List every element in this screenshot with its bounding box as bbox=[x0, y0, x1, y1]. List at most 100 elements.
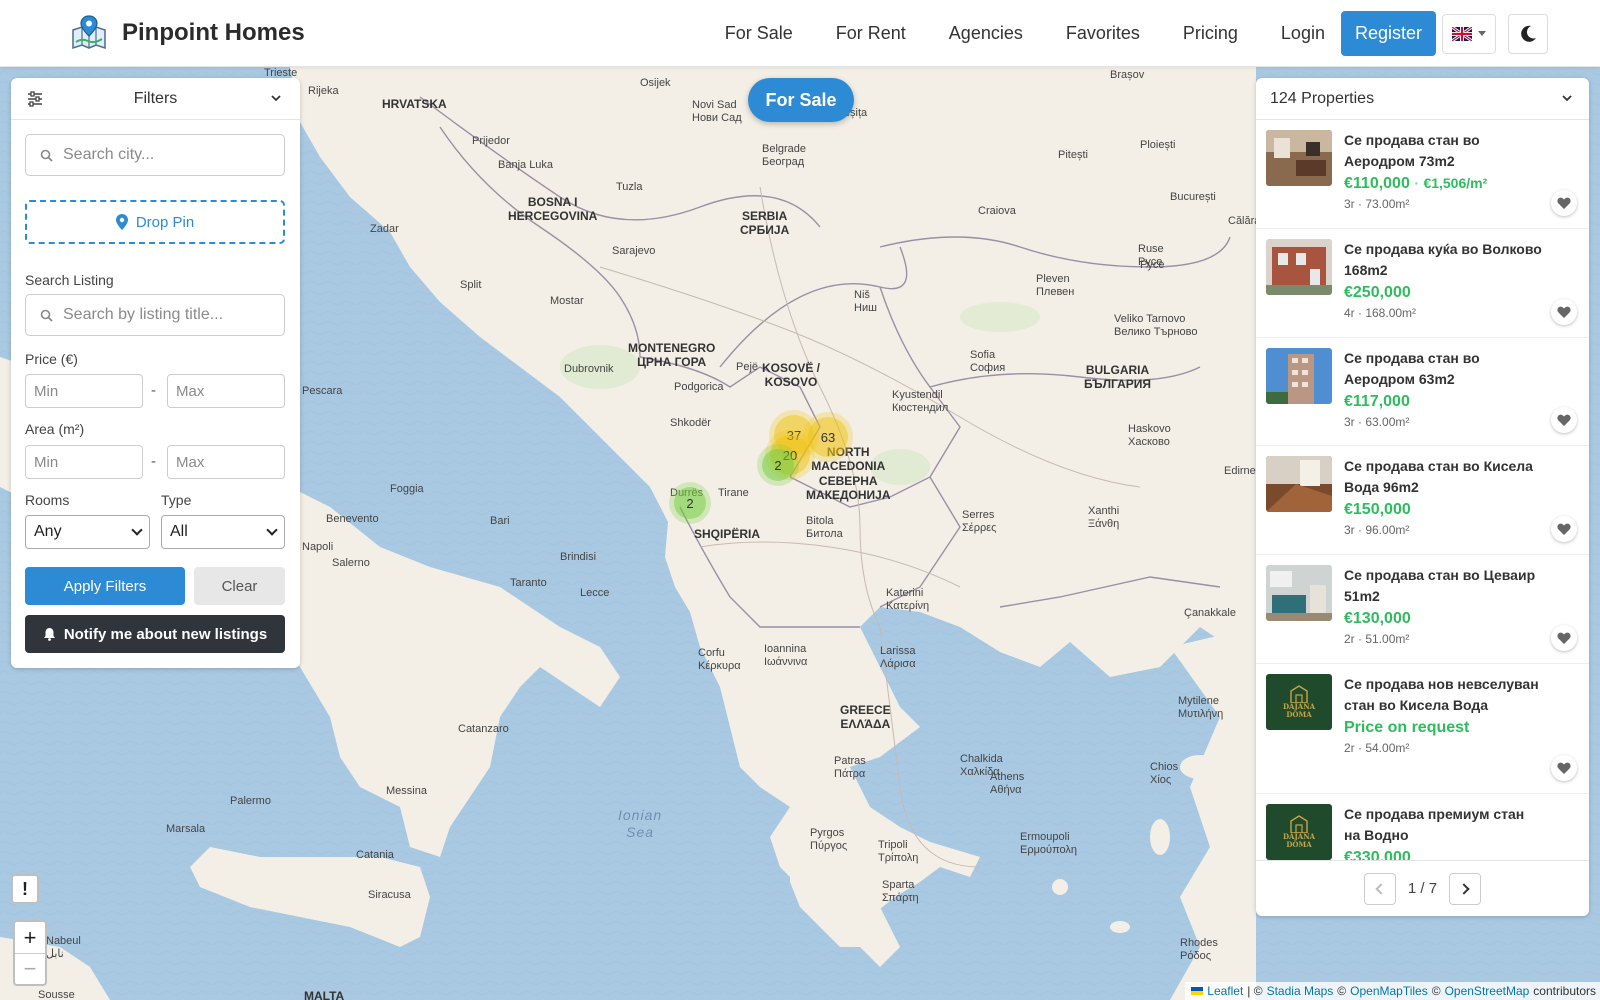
property-price: €150,000 bbox=[1344, 501, 1411, 518]
heart-icon bbox=[1557, 197, 1571, 209]
price-max-input[interactable]: Max bbox=[167, 374, 285, 408]
drop-pin-button[interactable]: Drop Pin bbox=[25, 200, 285, 244]
ukraine-flag-icon bbox=[1191, 987, 1204, 995]
property-title: Се продава стан во Аеродром 73m2 bbox=[1344, 132, 1480, 169]
heart-icon bbox=[1557, 762, 1571, 774]
prev-page-button[interactable] bbox=[1363, 872, 1396, 905]
map-city: Xanthi Ξάνθη bbox=[1088, 505, 1120, 531]
properties-panel: 124 Properties Се продава стан во Аеродр… bbox=[1256, 78, 1589, 916]
favorite-button[interactable] bbox=[1551, 755, 1577, 781]
map-alert-button[interactable]: ! bbox=[11, 874, 39, 904]
map-city: Sarajevo bbox=[612, 245, 656, 257]
top-navbar: Pinpoint Homes For Sale For Rent Agencie… bbox=[0, 0, 1600, 67]
map-city: Foggia bbox=[390, 483, 424, 495]
favorite-button[interactable] bbox=[1551, 407, 1577, 433]
main-nav: For Sale For Rent Agencies Favorites Pri… bbox=[725, 11, 1548, 56]
property-thumbnail bbox=[1266, 239, 1332, 295]
listing-search-input[interactable]: Search by listing title... bbox=[25, 294, 285, 336]
stadia-link[interactable]: Stadia Maps bbox=[1267, 984, 1334, 998]
map-city: Edirne bbox=[1224, 465, 1256, 477]
nav-agencies[interactable]: Agencies bbox=[949, 23, 1023, 44]
map-city: Palermo bbox=[230, 795, 271, 807]
property-meta: 2r · 54.00m² bbox=[1344, 741, 1410, 755]
zoom-control: + − bbox=[13, 920, 47, 986]
map-city: Lecce bbox=[580, 587, 610, 599]
price-label: Price (€) bbox=[25, 351, 78, 367]
price-min-input[interactable]: Min bbox=[25, 374, 143, 408]
map-city: Salerno bbox=[332, 557, 370, 569]
map-city: Larissa Λάρισα bbox=[880, 645, 916, 671]
property-list-item[interactable]: DAJANA DOMA Се продава нов невселуван ст… bbox=[1256, 664, 1589, 794]
agency-building-icon bbox=[1290, 815, 1308, 833]
map-city: Pyrgos Πύργος bbox=[810, 827, 848, 853]
property-list-item[interactable]: DAJANA DOMA Се продава премиум стан на В… bbox=[1256, 794, 1589, 860]
nav-for-sale[interactable]: For Sale bbox=[725, 23, 793, 44]
notify-new-listings-button[interactable]: Notify me about new listings bbox=[25, 615, 285, 653]
type-select[interactable]: All bbox=[161, 515, 285, 549]
map-city: Sofia София bbox=[970, 349, 1006, 375]
map-label-bulgaria: BULGARIA БЪЛГАРИЯ bbox=[1084, 363, 1151, 392]
brand[interactable]: Pinpoint Homes bbox=[70, 14, 305, 52]
register-button[interactable]: Register bbox=[1340, 11, 1436, 56]
rooms-select-value: Any bbox=[34, 523, 62, 540]
nav-login[interactable]: Login bbox=[1281, 23, 1325, 44]
clear-filters-button[interactable]: Clear bbox=[194, 567, 285, 605]
property-list-item[interactable]: Се продава стан во Аеродром 73m2 €110,00… bbox=[1256, 120, 1589, 229]
map-city: Novi Sad Нови Сад bbox=[692, 99, 742, 125]
next-page-button[interactable] bbox=[1449, 872, 1482, 905]
map-city: Napoli bbox=[302, 541, 334, 553]
map-label-hrvatska: HRVATSKA bbox=[382, 97, 447, 111]
city-search-input[interactable]: Search city... bbox=[25, 134, 285, 176]
map-city: Sousse bbox=[38, 989, 75, 1000]
area-min-input[interactable]: Min bbox=[25, 445, 143, 479]
chevron-down-icon bbox=[131, 524, 143, 536]
property-meta: 3r · 73.00m² bbox=[1344, 197, 1410, 211]
property-list-item[interactable]: Се продава куќа во Волково 168m2 €250,00… bbox=[1256, 229, 1589, 338]
zoom-out-button[interactable]: − bbox=[15, 953, 45, 984]
map-city: Tuzla bbox=[616, 181, 643, 193]
heart-icon bbox=[1557, 632, 1571, 644]
leaflet-link[interactable]: Leaflet bbox=[1207, 984, 1243, 998]
nav-pricing[interactable]: Pricing bbox=[1183, 23, 1238, 44]
favorite-button[interactable] bbox=[1551, 299, 1577, 325]
nav-favorites[interactable]: Favorites bbox=[1066, 23, 1140, 44]
property-title: Се продава нов невселуван стан во Кисела… bbox=[1344, 676, 1539, 713]
language-selector[interactable] bbox=[1442, 13, 1496, 54]
theme-toggle-button[interactable] bbox=[1508, 14, 1548, 54]
listing-mode-pill[interactable]: For Sale bbox=[748, 78, 854, 122]
map-cluster-marker[interactable]: 63 bbox=[808, 417, 848, 457]
favorite-button[interactable] bbox=[1551, 516, 1577, 542]
map-label-albania: SHQIPËRIA bbox=[694, 527, 761, 541]
nav-for-rent[interactable]: For Rent bbox=[836, 23, 906, 44]
property-list-item[interactable]: Се продава стан во Цеваир 51m2 €130,000 … bbox=[1256, 555, 1589, 664]
map-cluster-marker[interactable]: 2 bbox=[674, 487, 706, 519]
openstreetmap-link[interactable]: OpenStreetMap bbox=[1445, 984, 1530, 998]
map-cluster-marker[interactable]: 2 bbox=[762, 449, 794, 481]
map-city: Osijek bbox=[640, 77, 671, 89]
property-list-item[interactable]: Се продава стан во Кисела Вода 96m2 €150… bbox=[1256, 446, 1589, 555]
search-icon bbox=[40, 309, 53, 322]
map-city: Shkodër bbox=[670, 417, 711, 429]
area-max-input[interactable]: Max bbox=[167, 445, 285, 479]
rooms-select[interactable]: Any bbox=[25, 515, 150, 549]
zoom-in-button[interactable]: + bbox=[15, 922, 45, 953]
map-city: Veliko Tarnovo Велико Търново bbox=[1114, 313, 1198, 339]
favorite-button[interactable] bbox=[1551, 190, 1577, 216]
property-list-item[interactable]: Се продава стан во Аеродром 63m2 €117,00… bbox=[1256, 338, 1589, 446]
map-city: Banja Luka bbox=[498, 159, 554, 171]
map-city: Chios Χίος bbox=[1150, 761, 1179, 787]
openmaptiles-link[interactable]: OpenMapTiles bbox=[1350, 984, 1428, 998]
favorite-button[interactable] bbox=[1551, 625, 1577, 651]
property-title: Се продава стан во Кисела Вода 96m2 bbox=[1344, 458, 1533, 495]
properties-header[interactable]: 124 Properties bbox=[1256, 78, 1589, 120]
property-thumbnail bbox=[1266, 130, 1332, 186]
rooms-label: Rooms bbox=[25, 492, 70, 508]
filters-header[interactable]: Filters bbox=[11, 78, 300, 120]
type-label: Type bbox=[161, 492, 192, 508]
map-label-greece: GREECE ΕΛΛΆΔΑ bbox=[840, 703, 891, 732]
map-city: Pleven Плевен bbox=[1036, 273, 1075, 299]
apply-filters-button[interactable]: Apply Filters bbox=[25, 567, 185, 605]
properties-list[interactable]: Се продава стан во Аеродром 73m2 €110,00… bbox=[1256, 120, 1589, 860]
property-meta: 4r · 168.00m² bbox=[1344, 306, 1417, 320]
properties-count: 124 Properties bbox=[1270, 89, 1375, 107]
